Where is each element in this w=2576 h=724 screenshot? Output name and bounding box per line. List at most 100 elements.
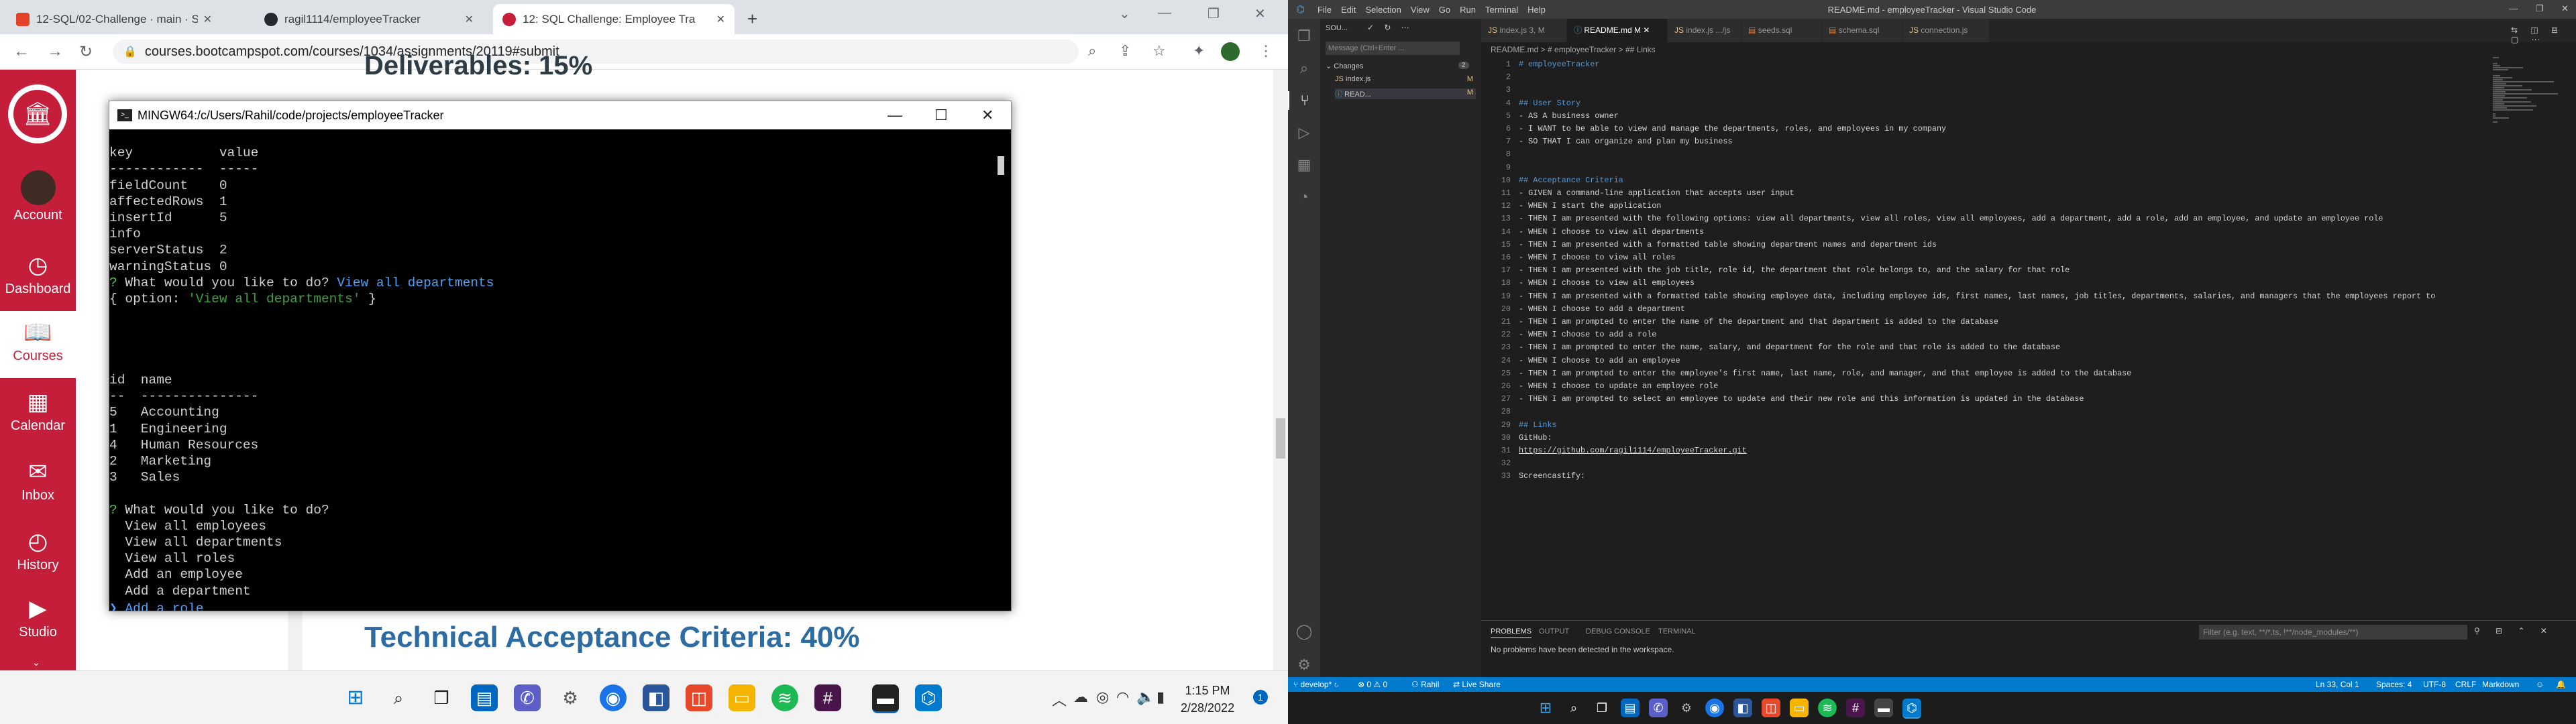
- teams-chat-icon[interactable]: ✆: [1649, 699, 1668, 717]
- tab-search-icon[interactable]: ⌄: [1119, 5, 1130, 22]
- nav-courses[interactable]: 📖 Courses: [0, 311, 76, 378]
- chrome-icon[interactable]: ◉: [600, 684, 627, 711]
- tab-index-js-2[interactable]: JS index.js .../js: [1668, 19, 1741, 42]
- change-item[interactable]: JS index.js M: [1335, 75, 1476, 83]
- terminal-scrollbar[interactable]: [994, 129, 1011, 611]
- tab-index-js[interactable]: JS index.js 3, M: [1481, 19, 1567, 42]
- battery-icon[interactable]: ▮: [1157, 688, 1165, 706]
- cursor-position[interactable]: Ln 33, Col 1: [2316, 677, 2359, 692]
- close-icon[interactable]: ✕: [465, 13, 474, 26]
- remote-icon[interactable]: ◔: [1295, 188, 1313, 206]
- terminal-selected-option[interactable]: ❯ Add a role: [109, 600, 203, 611]
- menu-icon[interactable]: ⋮: [1258, 42, 1273, 60]
- widgets-icon[interactable]: ▤: [471, 684, 498, 711]
- indentation[interactable]: Spaces: 4: [2376, 677, 2412, 692]
- close-icon[interactable]: ✕: [2561, 3, 2569, 14]
- nav-studio[interactable]: ▶ Studio: [0, 595, 76, 640]
- onedrive-icon[interactable]: ☁: [1073, 688, 1088, 706]
- reload-icon[interactable]: ↻: [79, 42, 93, 62]
- settings-gear-icon[interactable]: ⚙: [1677, 699, 1696, 717]
- store-icon[interactable]: ◧: [643, 684, 669, 711]
- notification-badge[interactable]: 1: [1253, 690, 1268, 705]
- extensions-icon[interactable]: ✦: [1193, 42, 1205, 60]
- widgets-icon[interactable]: ▤: [1621, 699, 1640, 717]
- settings-gear-icon[interactable]: ⚙: [557, 684, 584, 711]
- problems-indicator[interactable]: ⊗ 0 ⚠ 0: [1358, 677, 1387, 692]
- chevron-up-icon[interactable]: ︿: [1052, 688, 1067, 710]
- language-mode[interactable]: Markdown: [2482, 677, 2519, 692]
- search-icon[interactable]: ⌕: [1295, 59, 1313, 78]
- commit-message-input[interactable]: Message (Ctrl+Enter ...: [1326, 42, 1460, 55]
- left-pane-scrollbar[interactable]: [288, 606, 303, 670]
- user-indicator[interactable]: ⚇ Rahil: [1411, 677, 1439, 692]
- close-icon[interactable]: ✕: [203, 13, 212, 26]
- tab-connection-js[interactable]: JS connection.js: [1902, 19, 1990, 42]
- restore-icon[interactable]: ❐: [2536, 3, 2544, 14]
- panel-tab-terminal[interactable]: TERMINAL: [1658, 627, 1696, 636]
- restore-icon[interactable]: ❐: [1208, 5, 1220, 22]
- nav-dashboard[interactable]: ◷ Dashboard: [0, 252, 76, 297]
- encoding[interactable]: UTF-8: [2423, 677, 2446, 692]
- tab-readme[interactable]: ⓘ README.md M ✕: [1567, 19, 1668, 42]
- tab-github[interactable]: ragil1114/employeeTracker ✕: [255, 4, 483, 34]
- tab-schema-sql[interactable]: ▤ schema.sql: [1822, 19, 1902, 42]
- bookmark-star-icon[interactable]: ☆: [1152, 42, 1166, 60]
- chrome-icon[interactable]: ◉: [1705, 699, 1724, 717]
- office-icon[interactable]: ◫: [1762, 699, 1780, 717]
- search-icon[interactable]: ⌕: [385, 684, 412, 711]
- store-icon[interactable]: ◧: [1733, 699, 1752, 717]
- back-icon[interactable]: ←: [13, 42, 30, 61]
- task-view-icon[interactable]: ❐: [428, 684, 455, 711]
- explorer-icon[interactable]: ❐: [1295, 27, 1313, 46]
- close-icon[interactable]: ✕: [981, 107, 994, 124]
- start-icon[interactable]: ⊞: [342, 684, 369, 711]
- file-explorer-icon[interactable]: ▭: [729, 684, 755, 711]
- scm-actions[interactable]: ✓ ↻ ⋯: [1367, 23, 1413, 32]
- breadcrumb[interactable]: README.md > # employeeTracker > ## Links: [1481, 42, 2576, 57]
- maximize-icon[interactable]: ☐: [934, 107, 948, 124]
- zoom-icon[interactable]: ⌕: [1088, 42, 1096, 60]
- search-icon[interactable]: ⌕: [1564, 699, 1583, 717]
- manage-gear-icon[interactable]: ⚙: [1295, 656, 1313, 674]
- bell-icon[interactable]: 🔔: [2556, 677, 2566, 692]
- nav-inbox[interactable]: ✉ Inbox: [0, 459, 76, 503]
- nav-calendar[interactable]: ▦ Calendar: [0, 389, 76, 434]
- terminal-taskbar-icon[interactable]: ▬: [1874, 699, 1893, 717]
- slack-icon[interactable]: #: [814, 684, 841, 711]
- mingw-terminal-window[interactable]: >_ MINGW64:/c/Users/Rahil/code/projects/…: [109, 101, 1012, 611]
- wifi-icon[interactable]: ◠: [1116, 688, 1129, 706]
- vscode-icon[interactable]: ⌬: [915, 684, 942, 711]
- page-scrollbar[interactable]: [1273, 70, 1288, 670]
- terminal-taskbar-icon[interactable]: ▬: [872, 684, 899, 713]
- minimap[interactable]: [2493, 57, 2567, 123]
- minimize-icon[interactable]: —: [1158, 5, 1171, 21]
- live-share-button[interactable]: ⇄ Live Share: [1453, 677, 1501, 692]
- office-icon[interactable]: ◫: [686, 684, 712, 711]
- editor-area[interactable]: 1 # employeeTracker 2 3 4 ## User Story 5- AS …: [1481, 57, 2576, 620]
- address-bar[interactable]: 🔒 courses.bootcampspot.com/courses/1034/…: [113, 40, 1079, 64]
- panel-actions[interactable]: ⚲ ⊟ ⌃ ✕: [2474, 626, 2554, 636]
- nav-account[interactable]: Account: [0, 170, 76, 223]
- new-tab-button[interactable]: +: [738, 4, 767, 34]
- editor-actions[interactable]: ⇆ ◫ ⊟ ▢ ⋯: [2511, 25, 2576, 44]
- profile-avatar[interactable]: [1221, 42, 1240, 61]
- collapse-nav-icon[interactable]: ⌄: [32, 657, 40, 668]
- university-logo[interactable]: 🏛: [8, 84, 67, 143]
- tab-seeds-sql[interactable]: ▤ seeds.sql: [1741, 19, 1822, 42]
- terminal-titlebar[interactable]: >_ MINGW64:/c/Users/Rahil/code/projects/…: [109, 101, 1011, 129]
- file-explorer-icon[interactable]: ▭: [1790, 699, 1809, 717]
- change-item[interactable]: ⓘ READ... M: [1335, 88, 1476, 99]
- source-control-icon[interactable]: ⑂: [1288, 91, 1320, 110]
- task-view-icon[interactable]: ❐: [1593, 699, 1611, 717]
- eol[interactable]: CRLF: [2455, 677, 2476, 692]
- feedback-icon[interactable]: ☺: [2536, 677, 2544, 692]
- spotify-icon[interactable]: ≋: [771, 684, 798, 711]
- close-icon[interactable]: ✕: [716, 13, 725, 26]
- account-icon[interactable]: ◯: [1295, 622, 1313, 641]
- spotify-icon[interactable]: ≋: [1818, 699, 1837, 717]
- system-clock[interactable]: 1:15 PM 2/28/2022: [1181, 682, 1234, 717]
- tab-gitlab[interactable]: 12-SQL/02-Challenge · main · SM ✕: [7, 4, 221, 34]
- extensions-icon[interactable]: ▦: [1295, 156, 1313, 174]
- nav-history[interactable]: ◴ History: [0, 528, 76, 573]
- changes-header[interactable]: ⌄ Changes: [1326, 62, 1363, 70]
